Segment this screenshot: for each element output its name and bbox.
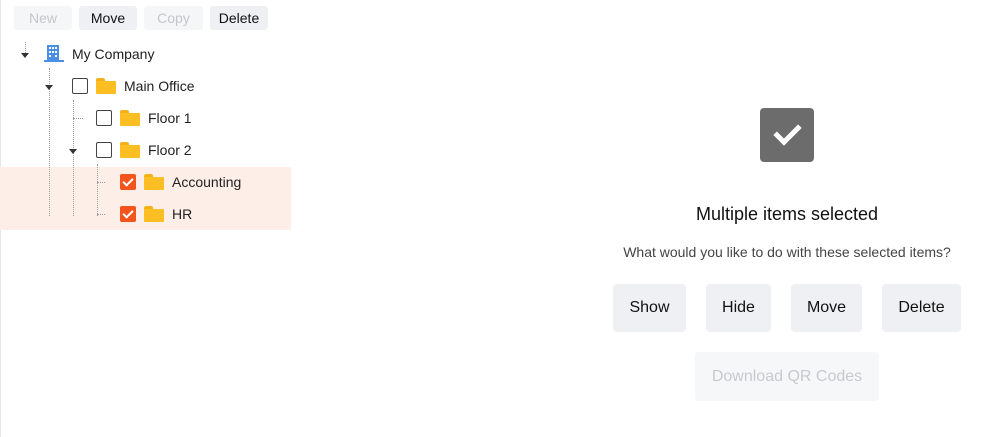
tree-item-floor-2[interactable]: Floor 2 [96, 134, 192, 166]
delete-selected-button[interactable]: Delete [882, 284, 961, 332]
panel-title: Multiple items selected [695, 204, 879, 224]
building-icon [44, 45, 64, 63]
checkbox[interactable] [96, 142, 112, 158]
tree-item-label: Floor 1 [148, 110, 192, 126]
show-button[interactable]: Show [613, 284, 686, 332]
panel-subtitle: What would you like to do with these sel… [623, 244, 951, 260]
folder-icon [120, 110, 140, 126]
tree-item-main-office[interactable]: Main Office [72, 70, 195, 102]
checkbox[interactable] [96, 110, 112, 126]
move-selected-button[interactable]: Move [791, 284, 862, 332]
tree-connector [49, 68, 50, 216]
expand-arrow-icon[interactable] [21, 53, 29, 58]
hide-button[interactable]: Hide [706, 284, 771, 332]
folder-icon [144, 206, 164, 222]
tree-item-label: HR [172, 206, 193, 222]
download-qr-codes-button[interactable]: Download QR Codes [695, 352, 879, 401]
folder-icon [120, 142, 140, 158]
move-button[interactable]: Move [79, 6, 137, 30]
tree-connector [73, 118, 83, 119]
expand-arrow-icon[interactable] [45, 85, 53, 90]
delete-button[interactable]: Delete [210, 6, 268, 30]
tree-item-label: Main Office [124, 78, 195, 94]
checkbox-checked[interactable] [120, 206, 136, 222]
checkmark-icon [760, 108, 814, 162]
checkbox[interactable] [72, 78, 88, 94]
tree-item-label: Accounting [172, 174, 242, 190]
tree-connector [97, 214, 105, 215]
checkbox-checked[interactable] [120, 174, 136, 190]
tree-connector [97, 182, 105, 183]
copy-button[interactable]: Copy [144, 6, 203, 30]
toolbar: New Move Copy Delete [14, 6, 268, 30]
new-button[interactable]: New [14, 6, 72, 30]
folder-icon [144, 174, 164, 190]
folder-icon [96, 78, 116, 94]
tree-item-hr[interactable]: HR [120, 198, 192, 230]
tree-item-label: Floor 2 [148, 142, 192, 158]
tree-connector [97, 164, 98, 216]
expand-arrow-icon[interactable] [69, 149, 77, 154]
tree-item-label: My Company [72, 46, 155, 62]
tree-item-accounting[interactable]: Accounting [120, 166, 241, 198]
tree-item-floor-1[interactable]: Floor 1 [96, 102, 192, 134]
tree-item-my-company[interactable]: My Company [44, 38, 154, 70]
